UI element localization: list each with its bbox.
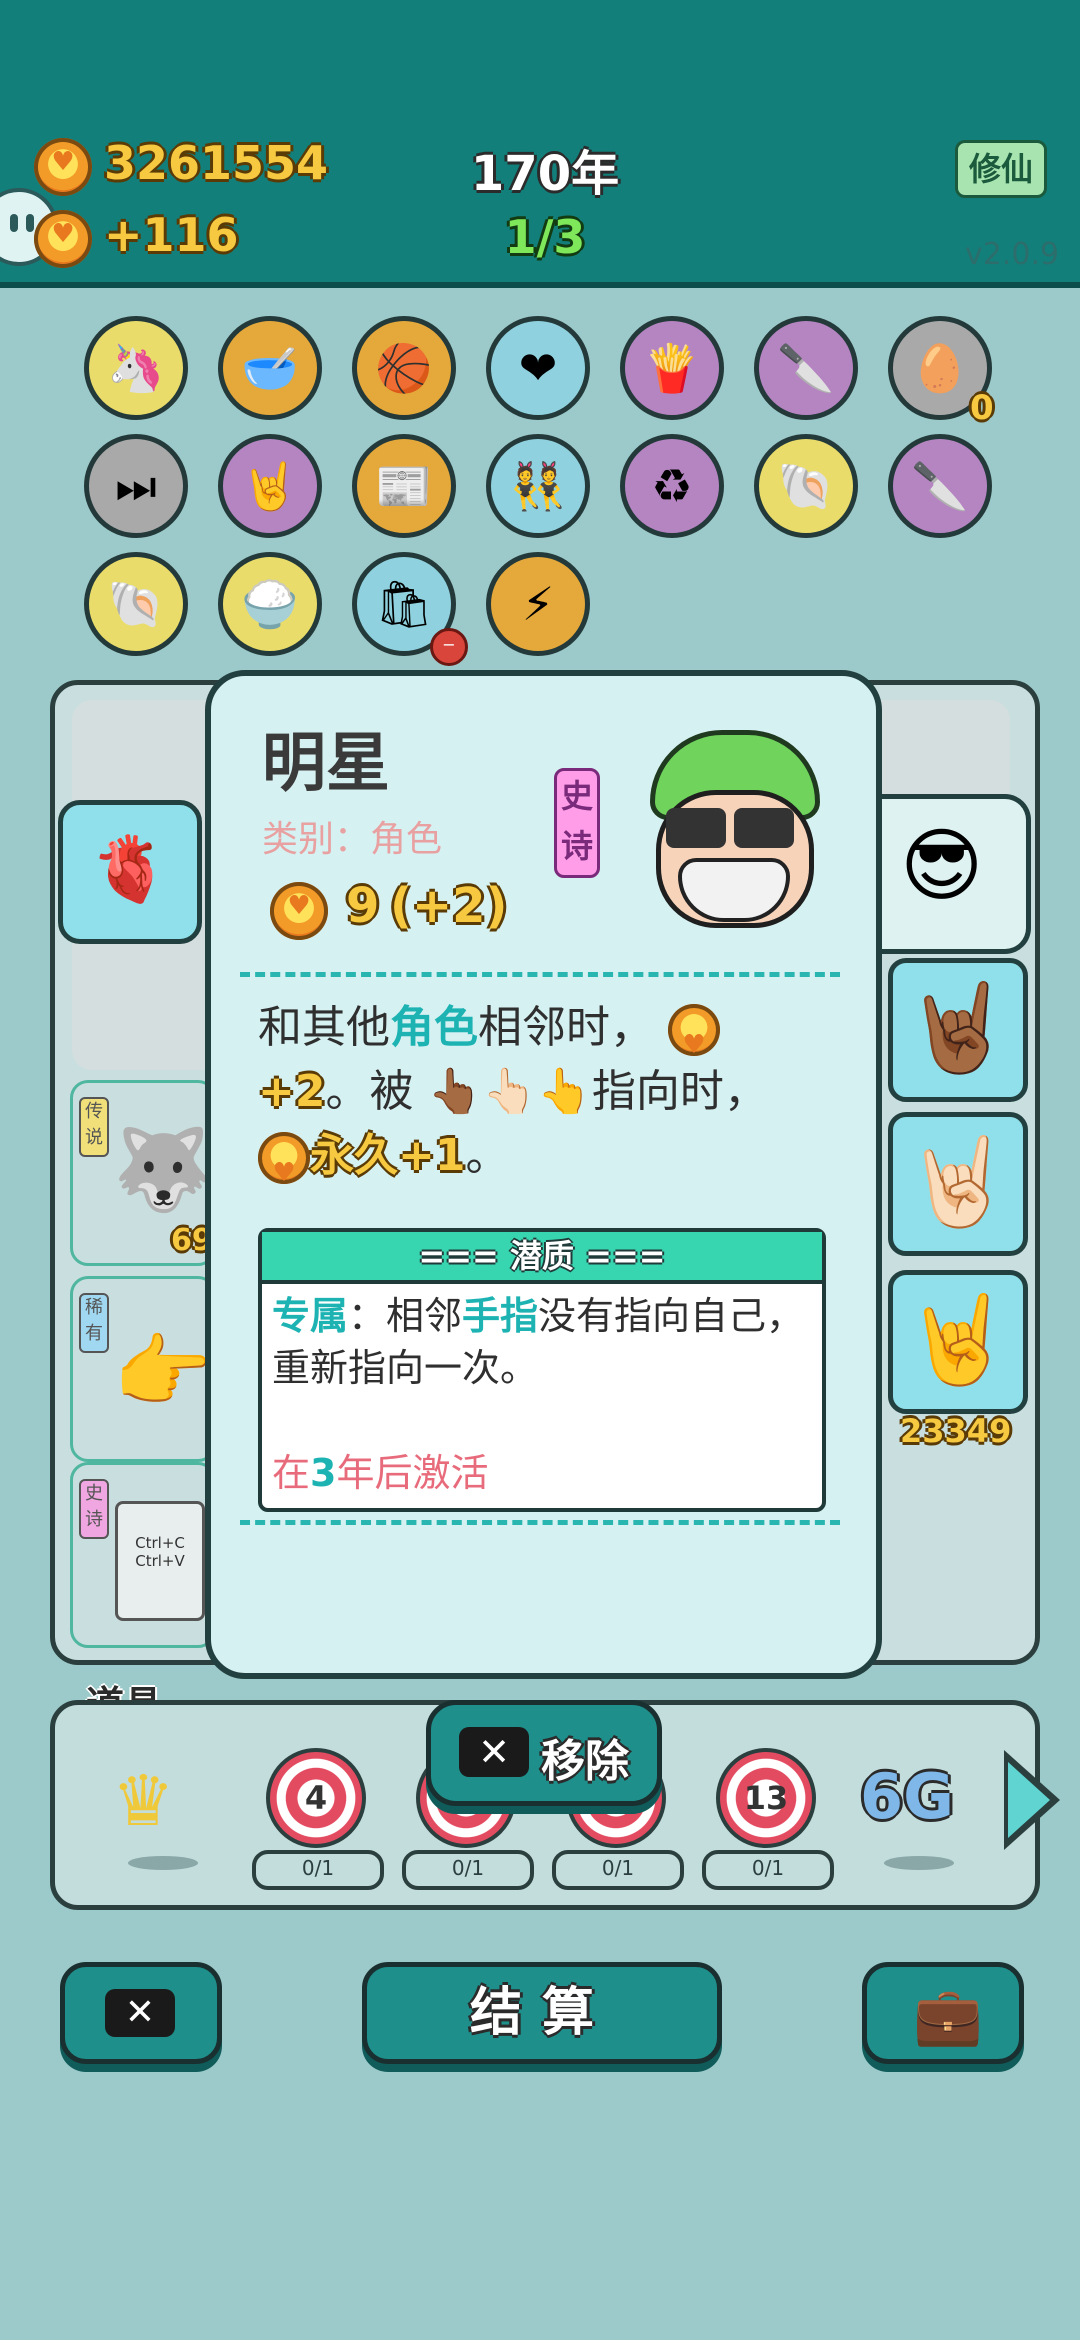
shadow bbox=[884, 1856, 954, 1870]
inventory-button[interactable]: 💼 bbox=[862, 1962, 1024, 2064]
potential-text-part: ：相邻 bbox=[348, 1294, 463, 1338]
cleaver-item-2[interactable]: 🔪 bbox=[888, 434, 992, 538]
card-description: 和其他角色相邻时， +2。被 👆🏾👆🏻👆指向时， 永久+1。 bbox=[258, 996, 838, 1205]
brown-finger-icon: 👆🏾 bbox=[427, 1066, 483, 1117]
desc-permanent-bonus: 永久+1 bbox=[310, 1130, 466, 1181]
pet-bowl-item[interactable]: 🥣 bbox=[218, 316, 322, 420]
rock-hand-item[interactable]: 🤘 bbox=[218, 434, 322, 538]
potential-finger: 手指 bbox=[462, 1294, 539, 1338]
year-counter: 170年 bbox=[470, 146, 620, 202]
desc-text: 和其他 bbox=[258, 1002, 390, 1053]
pointing-hand-icon: 👉 bbox=[113, 1325, 213, 1418]
divider bbox=[240, 972, 840, 977]
potential-label: 专属 bbox=[272, 1294, 349, 1338]
coin-income: +116 bbox=[104, 208, 239, 262]
board-card-finger[interactable]: 稀有 👉 bbox=[70, 1276, 216, 1462]
lightning-item[interactable]: ⚡ bbox=[486, 552, 590, 656]
coin-icon bbox=[270, 882, 328, 944]
rarity-badge: 稀有 bbox=[79, 1293, 109, 1353]
coin-icon bbox=[668, 1004, 720, 1077]
briefcase-icon: 💼 bbox=[913, 1984, 983, 2049]
desc-text: 。被 bbox=[325, 1066, 414, 1117]
basketballs-item[interactable]: 🏀 bbox=[352, 316, 456, 420]
tile-value: 23349 bbox=[900, 1412, 1012, 1450]
skip-item[interactable]: ⏭ bbox=[84, 434, 188, 538]
activation-years: 3 bbox=[310, 1451, 337, 1495]
recycle-item[interactable]: ♻ bbox=[620, 434, 724, 538]
potential-header: === 潜质 === bbox=[262, 1232, 822, 1284]
desc-plus-two: +2 bbox=[258, 1066, 326, 1117]
six-g-item[interactable]: 6G bbox=[860, 1760, 954, 1833]
xiuxian-button[interactable]: 修仙 bbox=[955, 140, 1047, 198]
round-progress: 1/3 bbox=[504, 210, 586, 264]
keyboard-keys-icon: Ctrl+C Ctrl+V bbox=[115, 1501, 205, 1621]
close-icon: ✕ bbox=[459, 1727, 529, 1777]
coin-total: 3261554 bbox=[104, 136, 329, 190]
target-number: 4 bbox=[304, 1779, 328, 1817]
desc-highlight-role: 角色 bbox=[390, 1002, 478, 1053]
shadow bbox=[128, 1856, 198, 1870]
white-hand-tile[interactable]: 🤘🏻 bbox=[888, 1112, 1028, 1256]
shell-item[interactable]: 🐚 bbox=[754, 434, 858, 538]
target-count: 0/1 bbox=[402, 1850, 534, 1890]
target-number: 13 bbox=[743, 1779, 789, 1817]
egg-tray-count: 0 bbox=[970, 388, 994, 428]
crown-icon[interactable]: ♛ bbox=[112, 1760, 175, 1842]
cleaver-item[interactable]: 🔪 bbox=[754, 316, 858, 420]
shell-item-2[interactable]: 🐚 bbox=[84, 552, 188, 656]
white-finger-icon: 👆🏻 bbox=[482, 1066, 538, 1117]
rarity-badge: 传说 bbox=[79, 1097, 109, 1157]
target-count: 0/1 bbox=[252, 1850, 384, 1890]
coin-income-icon bbox=[34, 210, 92, 272]
close-icon: ✕ bbox=[105, 1989, 175, 2037]
remove-label: 移除 bbox=[541, 1736, 629, 1787]
desc-text: 相邻时， bbox=[478, 1002, 654, 1053]
divider bbox=[240, 1520, 840, 1525]
version-label: v2.0.9 bbox=[965, 237, 1060, 272]
potential-activation: 在3年后激活 bbox=[272, 1442, 488, 1497]
rice-bowl-item[interactable]: 🍚 bbox=[218, 552, 322, 656]
rarity-badge: 史诗 bbox=[79, 1479, 109, 1539]
target-item[interactable]: 4 bbox=[266, 1748, 366, 1848]
settle-label: 结算 bbox=[469, 1983, 614, 2043]
remove-button[interactable]: ✕ 移除 bbox=[426, 1700, 662, 1806]
coin-icon bbox=[34, 138, 92, 200]
selected-card-preview[interactable]: 😎 bbox=[860, 794, 1031, 954]
unicorn-item[interactable]: 🦄 bbox=[84, 316, 188, 420]
card-coin-value: 9 bbox=[346, 878, 380, 934]
potential-title: === 潜质 === bbox=[418, 1237, 666, 1275]
heart-potion-item[interactable]: ❤ bbox=[486, 316, 590, 420]
star-face-icon: 😎 bbox=[900, 819, 984, 912]
card-coin-bonus: (+2) bbox=[390, 878, 508, 934]
time-magazine-item[interactable]: 📰 bbox=[352, 434, 456, 538]
brown-hand-tile[interactable]: 🤘🏾 bbox=[888, 958, 1028, 1102]
twins-item[interactable]: 👯 bbox=[486, 434, 590, 538]
target-item[interactable]: 13 bbox=[716, 1748, 816, 1848]
desc-text: 。 bbox=[465, 1130, 510, 1181]
yellow-hand-tile[interactable]: 🤘 bbox=[888, 1270, 1028, 1414]
activation-text: 年后激活 bbox=[336, 1451, 489, 1495]
card-name: 明星 bbox=[262, 727, 390, 801]
activation-text: 在 bbox=[272, 1451, 311, 1495]
potential-box: === 潜质 === 专属：相邻手指没有指向自己，重新指向一次。 在3年后激活 bbox=[258, 1228, 826, 1512]
star-portrait-icon bbox=[640, 720, 820, 928]
discard-button[interactable]: ✕ bbox=[60, 1962, 222, 2064]
card-category: 类别：角色 bbox=[262, 819, 443, 860]
potential-text: 专属：相邻手指没有指向自己，重新指向一次。 bbox=[272, 1290, 812, 1394]
fries-item[interactable]: 🍟 bbox=[620, 316, 724, 420]
board-card-husky[interactable]: 传说 🐺 69 bbox=[70, 1080, 216, 1266]
next-arrow-fill bbox=[1008, 1762, 1050, 1838]
yellow-finger-icon: 👆 bbox=[537, 1066, 592, 1117]
rarity-epic-badge: 史诗 bbox=[554, 768, 600, 878]
remove-badge-icon: − bbox=[430, 628, 468, 666]
liver-icon[interactable]: 🫀 bbox=[58, 800, 202, 944]
board-card-copypaste[interactable]: 史诗 Ctrl+C Ctrl+V bbox=[70, 1462, 216, 1648]
coin-icon bbox=[258, 1132, 310, 1205]
settle-button[interactable]: 结算 bbox=[362, 1962, 722, 2064]
target-count: 0/1 bbox=[552, 1850, 684, 1890]
target-count: 0/1 bbox=[702, 1850, 834, 1890]
husky-icon: 🐺 bbox=[113, 1123, 213, 1216]
